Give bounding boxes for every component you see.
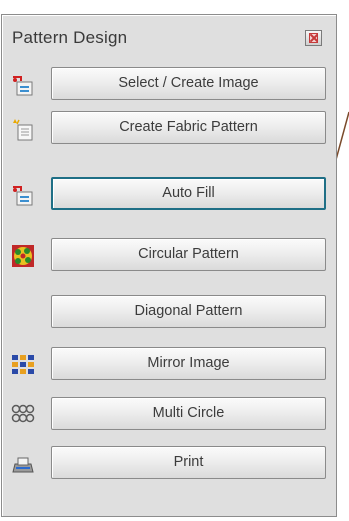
circular-pattern-button[interactable]: Circular Pattern — [51, 238, 326, 271]
row-select-create-image: Select / Create Image — [2, 67, 336, 103]
panel-title-bar: Pattern Design — [2, 15, 336, 55]
select-create-image-button[interactable]: Select / Create Image — [51, 67, 326, 100]
mirror-image-icon — [12, 355, 34, 374]
circular-pattern-icon — [12, 245, 34, 267]
select-image-icon — [13, 76, 33, 96]
mirror-image-button[interactable]: Mirror Image — [51, 347, 326, 380]
panel-title: Pattern Design — [12, 28, 128, 47]
create-fabric-pattern-button[interactable]: Create Fabric Pattern — [51, 111, 326, 144]
close-icon — [309, 33, 318, 43]
row-circular-pattern: Circular Pattern — [2, 238, 336, 274]
print-icon — [12, 457, 34, 473]
row-create-fabric-pattern: Create Fabric Pattern — [2, 111, 336, 147]
fabric-pattern-icon — [13, 119, 33, 141]
row-mirror-image: Mirror Image — [2, 347, 336, 383]
close-button[interactable] — [305, 30, 322, 46]
multi-circle-icon — [11, 404, 35, 423]
auto-fill-button[interactable]: Auto Fill — [51, 177, 326, 210]
row-diagonal-pattern: Diagonal Pattern — [2, 295, 336, 331]
auto-fill-icon — [13, 186, 33, 206]
row-print: Print — [2, 446, 336, 482]
multi-circle-button[interactable]: Multi Circle — [51, 397, 326, 430]
page: Pattern Design Select / Create Image Cre… — [0, 0, 349, 521]
pattern-design-panel: Pattern Design Select / Create Image Cre… — [1, 14, 337, 517]
row-auto-fill: Auto Fill — [2, 177, 336, 213]
row-multi-circle: Multi Circle — [2, 397, 336, 433]
print-button[interactable]: Print — [51, 446, 326, 479]
diagonal-pattern-button[interactable]: Diagonal Pattern — [51, 295, 326, 328]
